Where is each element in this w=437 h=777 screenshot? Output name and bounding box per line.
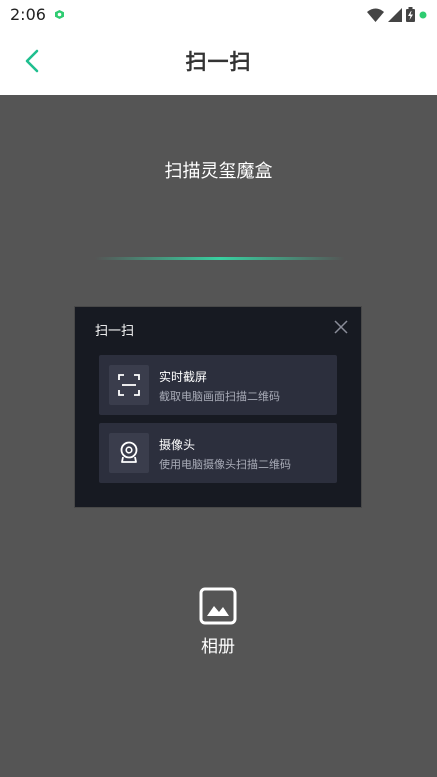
option-icon-box (109, 365, 149, 405)
close-icon[interactable] (333, 319, 349, 335)
status-time: 2:06 (10, 5, 46, 24)
screen-capture-icon (118, 374, 140, 396)
image-icon (199, 587, 237, 625)
option-title: 摄像头 (159, 438, 196, 452)
signal-icon (388, 7, 402, 22)
notification-dot-icon (419, 11, 427, 18)
option-screen-capture[interactable]: 实时截屏 截取电脑画面扫描二维码 (99, 355, 337, 415)
option-webcam[interactable]: 摄像头 使用电脑摄像头扫描二维码 (99, 423, 337, 483)
wifi-icon (367, 8, 384, 22)
option-title: 实时截屏 (159, 370, 208, 384)
album-label: 相册 (201, 637, 235, 657)
webcam-icon (120, 441, 138, 463)
option-desc: 使用电脑摄像头扫描二维码 (159, 458, 291, 471)
option-desc: 截取电脑画面扫描二维码 (159, 390, 280, 403)
battery-icon (406, 7, 415, 22)
scan-title: 扫描灵玺魔盒 (164, 161, 273, 182)
scan-dialog: 扫一扫 实时截屏 截取电脑画面扫描二维码 摄像头 使用电脑摄像头扫描二维码 (75, 307, 361, 507)
scan-line (95, 257, 345, 260)
option-icon-box (109, 433, 149, 473)
dialog-title: 扫一扫 (95, 324, 135, 339)
app-notification-icon (55, 10, 64, 19)
album-button[interactable]: 相册 (188, 586, 248, 661)
status-bar: 2:06 (0, 0, 437, 30)
status-icons (367, 7, 427, 22)
page-title: 扫一扫 (185, 50, 252, 74)
app-header: 扫一扫 (0, 30, 437, 95)
